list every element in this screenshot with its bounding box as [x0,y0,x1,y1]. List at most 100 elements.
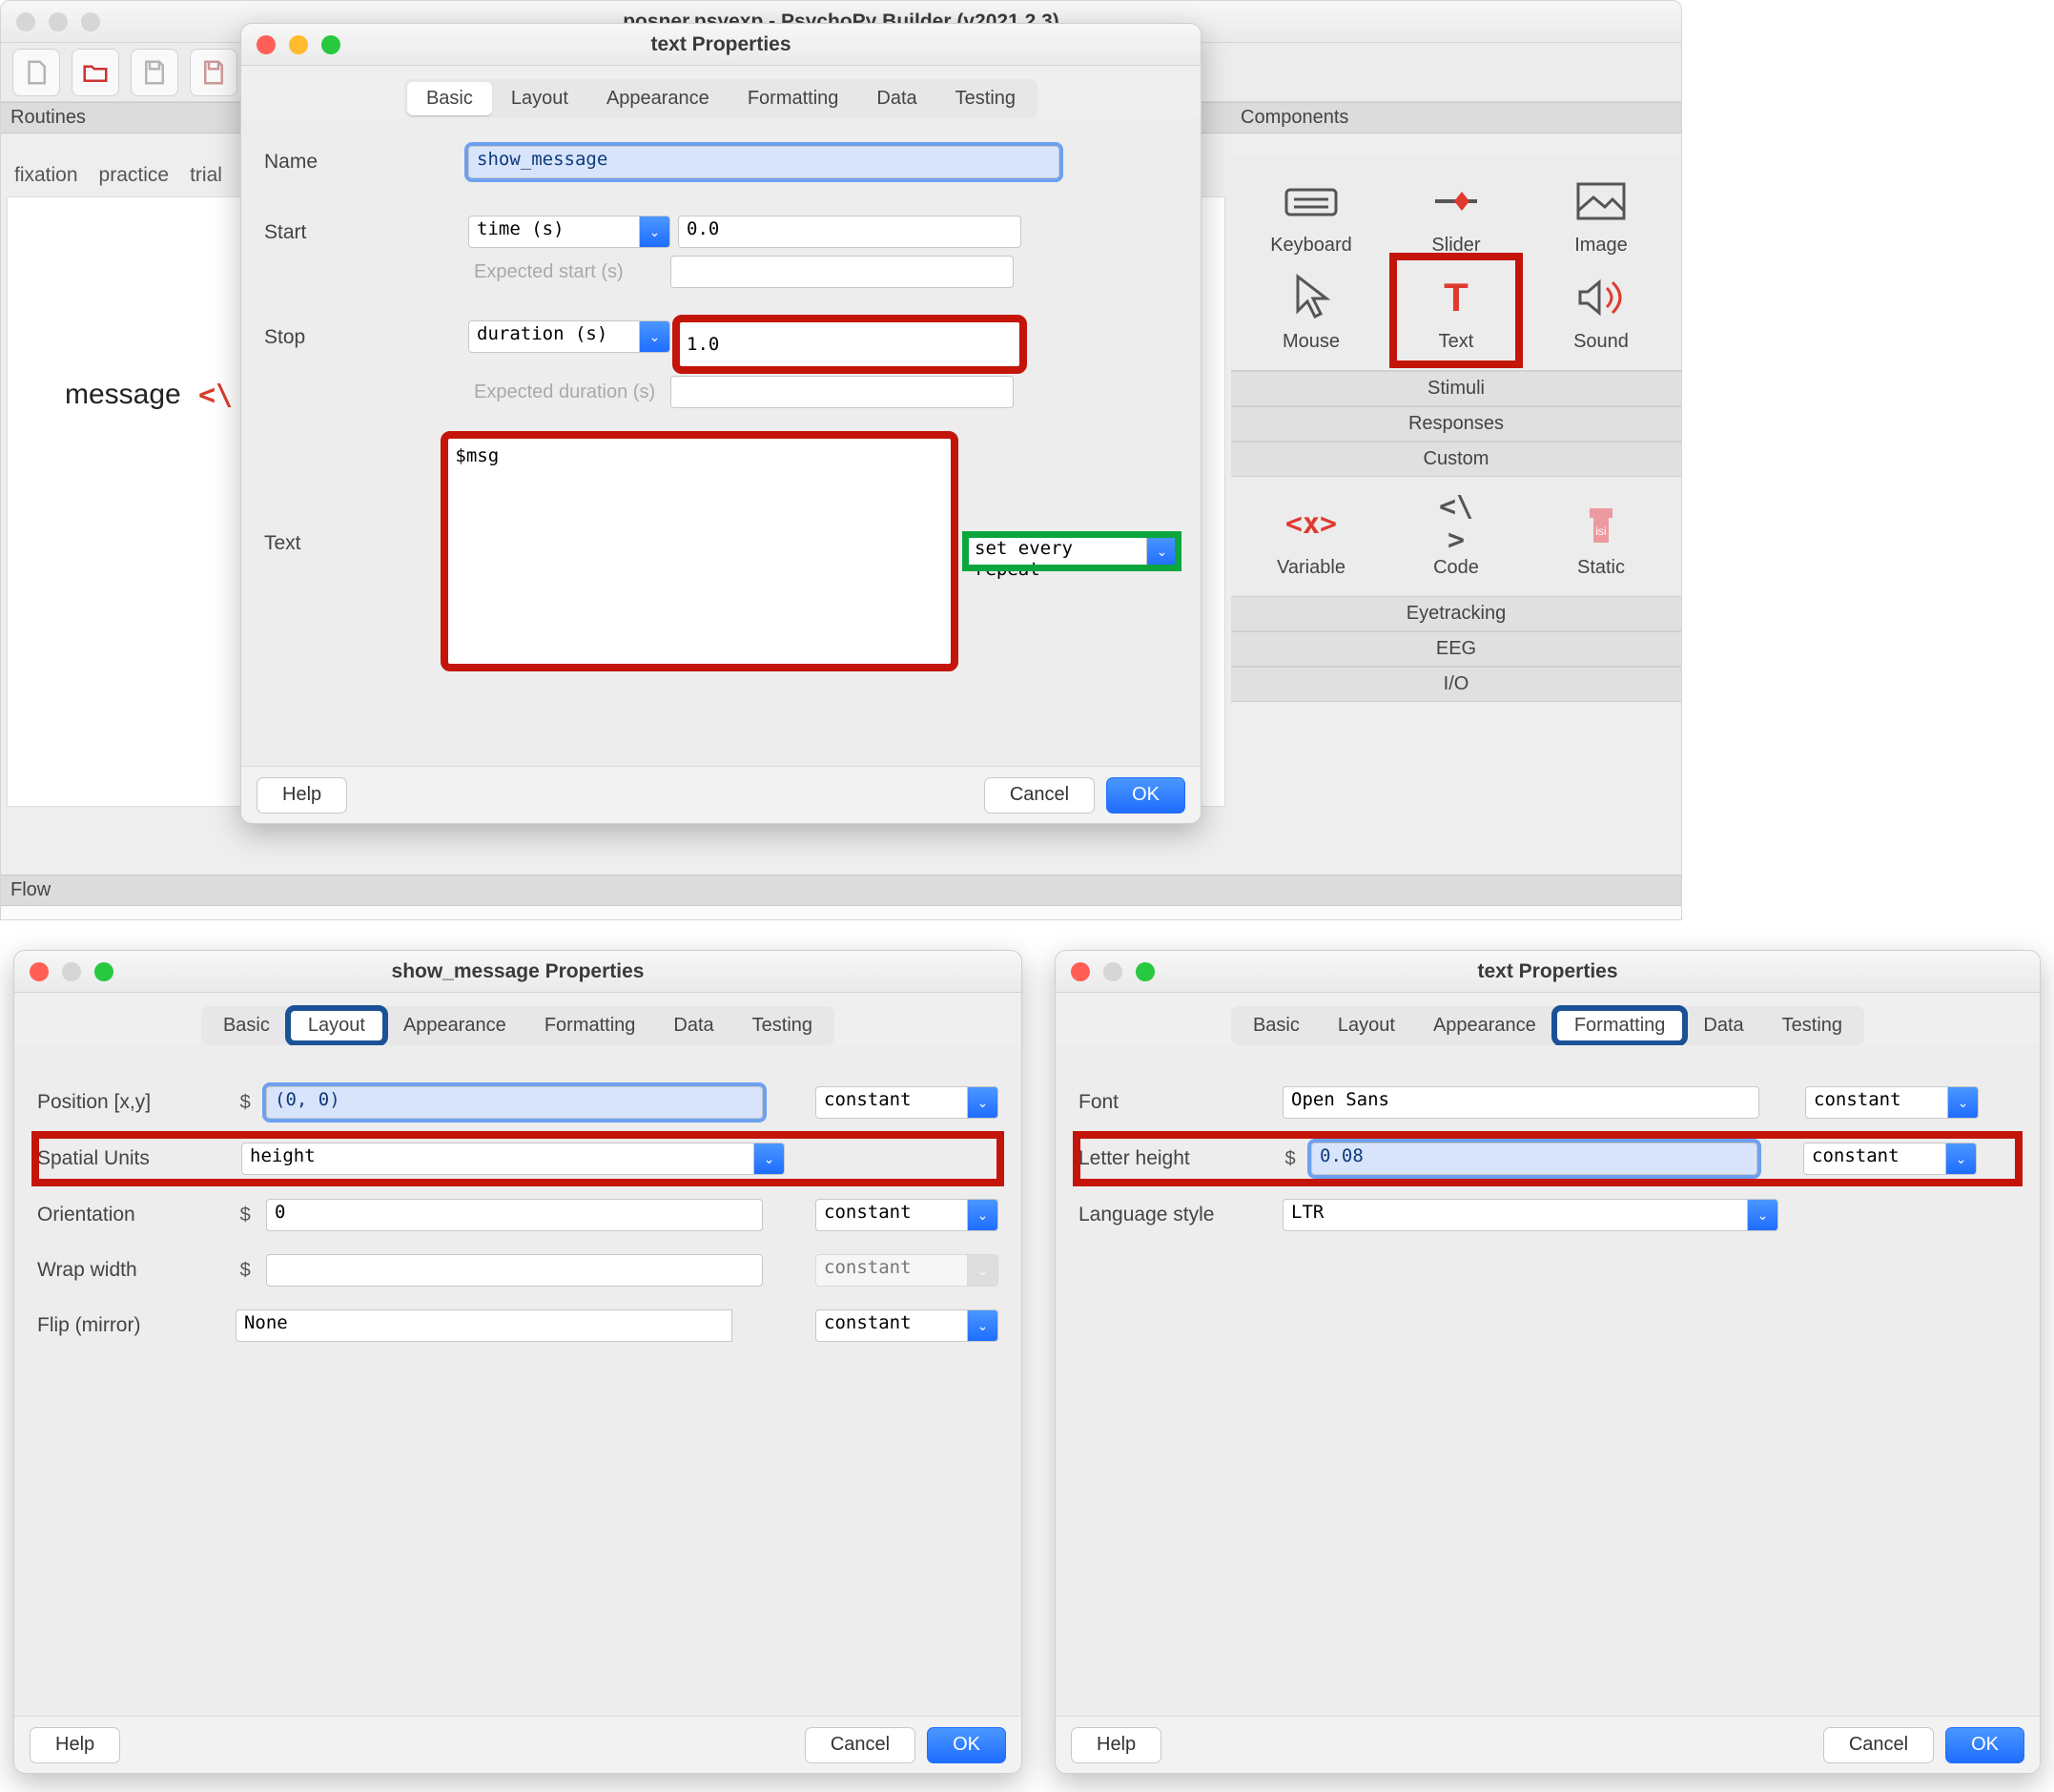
image-icon [1568,172,1634,231]
orientation-mode-select[interactable]: constant [815,1199,968,1231]
tab-layout[interactable]: Layout [289,1009,384,1042]
ok-button[interactable]: OK [1945,1727,2024,1763]
ok-button[interactable]: OK [1106,777,1185,814]
start-value-field[interactable]: 0.0 [678,216,1021,248]
start-label: Start [264,216,455,244]
position-mode-select[interactable]: constant [815,1086,968,1119]
dollar-prefix: $ [237,1092,253,1114]
slider-icon [1423,172,1489,231]
expected-start-field[interactable] [670,256,1014,288]
components-panel: Keyboard Slider Image Mouse T Text [1231,154,1681,702]
component-variable[interactable]: <x> Variable [1254,488,1368,585]
flip-mode-select[interactable]: constant [815,1309,968,1342]
dialog-title: show_message Properties [14,960,1021,983]
flip-label: Flip (mirror) [37,1314,222,1337]
tab-appearance[interactable]: Appearance [384,1009,525,1042]
help-button[interactable]: Help [1071,1727,1161,1763]
text-icon: <\ [198,379,233,412]
font-label: Font [1078,1091,1269,1114]
component-keyboard[interactable]: Keyboard [1254,166,1368,262]
chevron-down-icon[interactable]: ⌄ [640,320,670,353]
dialog-titlebar: show_message Properties [14,951,1021,993]
spatial-units-select[interactable]: height [241,1143,754,1175]
tab-data[interactable]: Data [857,82,935,115]
position-field[interactable]: (0, 0) [266,1086,763,1119]
orientation-field[interactable]: 0 [266,1199,763,1231]
cancel-button[interactable]: Cancel [1823,1727,1934,1763]
category-responses[interactable]: Responses [1231,406,1681,442]
component-mouse[interactable]: Mouse [1254,262,1368,359]
tab-basic[interactable]: Basic [407,82,492,115]
tab-layout[interactable]: Layout [1319,1009,1414,1042]
chevron-down-icon[interactable]: ⌄ [1946,1143,1977,1175]
tab-basic[interactable]: Basic [204,1009,289,1042]
wrap-width-field[interactable] [266,1254,763,1287]
chevron-down-icon[interactable]: ⌄ [754,1143,785,1175]
position-label: Position [x,y] [37,1091,224,1114]
tab-data[interactable]: Data [1684,1009,1762,1042]
chevron-down-icon[interactable]: ⌄ [968,1199,998,1231]
category-custom[interactable]: Custom [1231,442,1681,477]
tab-basic[interactable]: Basic [1234,1009,1319,1042]
dialog-title: text Properties [241,33,1201,56]
chevron-down-icon: ⌄ [968,1254,998,1287]
stop-value-field[interactable]: 1.0 [678,320,1021,368]
help-button[interactable]: Help [30,1727,120,1763]
tab-testing[interactable]: Testing [936,82,1035,115]
component-sound[interactable]: Sound [1544,262,1658,359]
expected-duration-field[interactable] [670,376,1014,408]
flow-canvas[interactable]: Insert Routine practice feedback trial → [1,906,1681,920]
letter-height-label: Letter height [1078,1147,1269,1170]
chevron-down-icon[interactable]: ⌄ [1147,535,1178,567]
routine-tab[interactable]: practice [99,164,170,187]
tab-formatting[interactable]: Formatting [729,82,858,115]
tab-appearance[interactable]: Appearance [1414,1009,1555,1042]
name-field[interactable]: show_message [468,146,1059,178]
expected-start-label: Expected start (s) [468,261,670,283]
chevron-down-icon[interactable]: ⌄ [1748,1199,1778,1231]
wrap-mode-select: constant [815,1254,968,1287]
tab-testing[interactable]: Testing [733,1009,832,1042]
flip-select[interactable]: None [236,1309,732,1342]
font-field[interactable]: Open Sans [1283,1086,1759,1119]
chevron-down-icon[interactable]: ⌄ [640,216,670,248]
ok-button[interactable]: OK [927,1727,1006,1763]
cancel-button[interactable]: Cancel [984,777,1095,814]
routine-tab[interactable]: trial [190,164,222,187]
tab-formatting[interactable]: Formatting [1555,1009,1685,1042]
letter-height-mode-select[interactable]: constant [1803,1143,1946,1175]
open-file-button[interactable] [72,49,119,96]
chevron-down-icon[interactable]: ⌄ [1948,1086,1979,1119]
tab-data[interactable]: Data [654,1009,732,1042]
category-io[interactable]: I/O [1231,667,1681,702]
component-slider[interactable]: Slider [1399,166,1513,262]
text-update-mode-select[interactable]: set every repeat [966,535,1147,567]
component-static[interactable]: isi Static [1544,488,1658,585]
start-type-select[interactable]: time (s) [468,216,640,248]
dialog-title: text Properties [1056,960,2040,983]
language-style-select[interactable]: LTR [1283,1199,1748,1231]
help-button[interactable]: Help [257,777,347,814]
routine-tab[interactable]: fixation [14,164,78,187]
save-as-button[interactable] [190,49,237,96]
new-file-button[interactable] [12,49,60,96]
component-image[interactable]: Image [1544,166,1658,262]
category-eyetracking[interactable]: Eyetracking [1231,596,1681,631]
font-mode-select[interactable]: constant [1805,1086,1948,1119]
tab-formatting[interactable]: Formatting [525,1009,655,1042]
stop-type-select[interactable]: duration (s) [468,320,640,353]
cancel-button[interactable]: Cancel [805,1727,915,1763]
category-eeg[interactable]: EEG [1231,631,1681,667]
save-button[interactable] [131,49,178,96]
component-code[interactable]: <\ > Code [1399,488,1513,585]
letter-height-field[interactable]: 0.08 [1311,1143,1757,1175]
chevron-down-icon[interactable]: ⌄ [968,1309,998,1342]
mouse-icon [1278,268,1345,327]
tab-testing[interactable]: Testing [1763,1009,1861,1042]
component-text[interactable]: T Text [1399,262,1513,359]
chevron-down-icon[interactable]: ⌄ [968,1086,998,1119]
text-field[interactable]: $msg [446,437,953,666]
tab-layout[interactable]: Layout [492,82,587,115]
tab-appearance[interactable]: Appearance [587,82,729,115]
category-stimuli[interactable]: Stimuli [1231,371,1681,406]
